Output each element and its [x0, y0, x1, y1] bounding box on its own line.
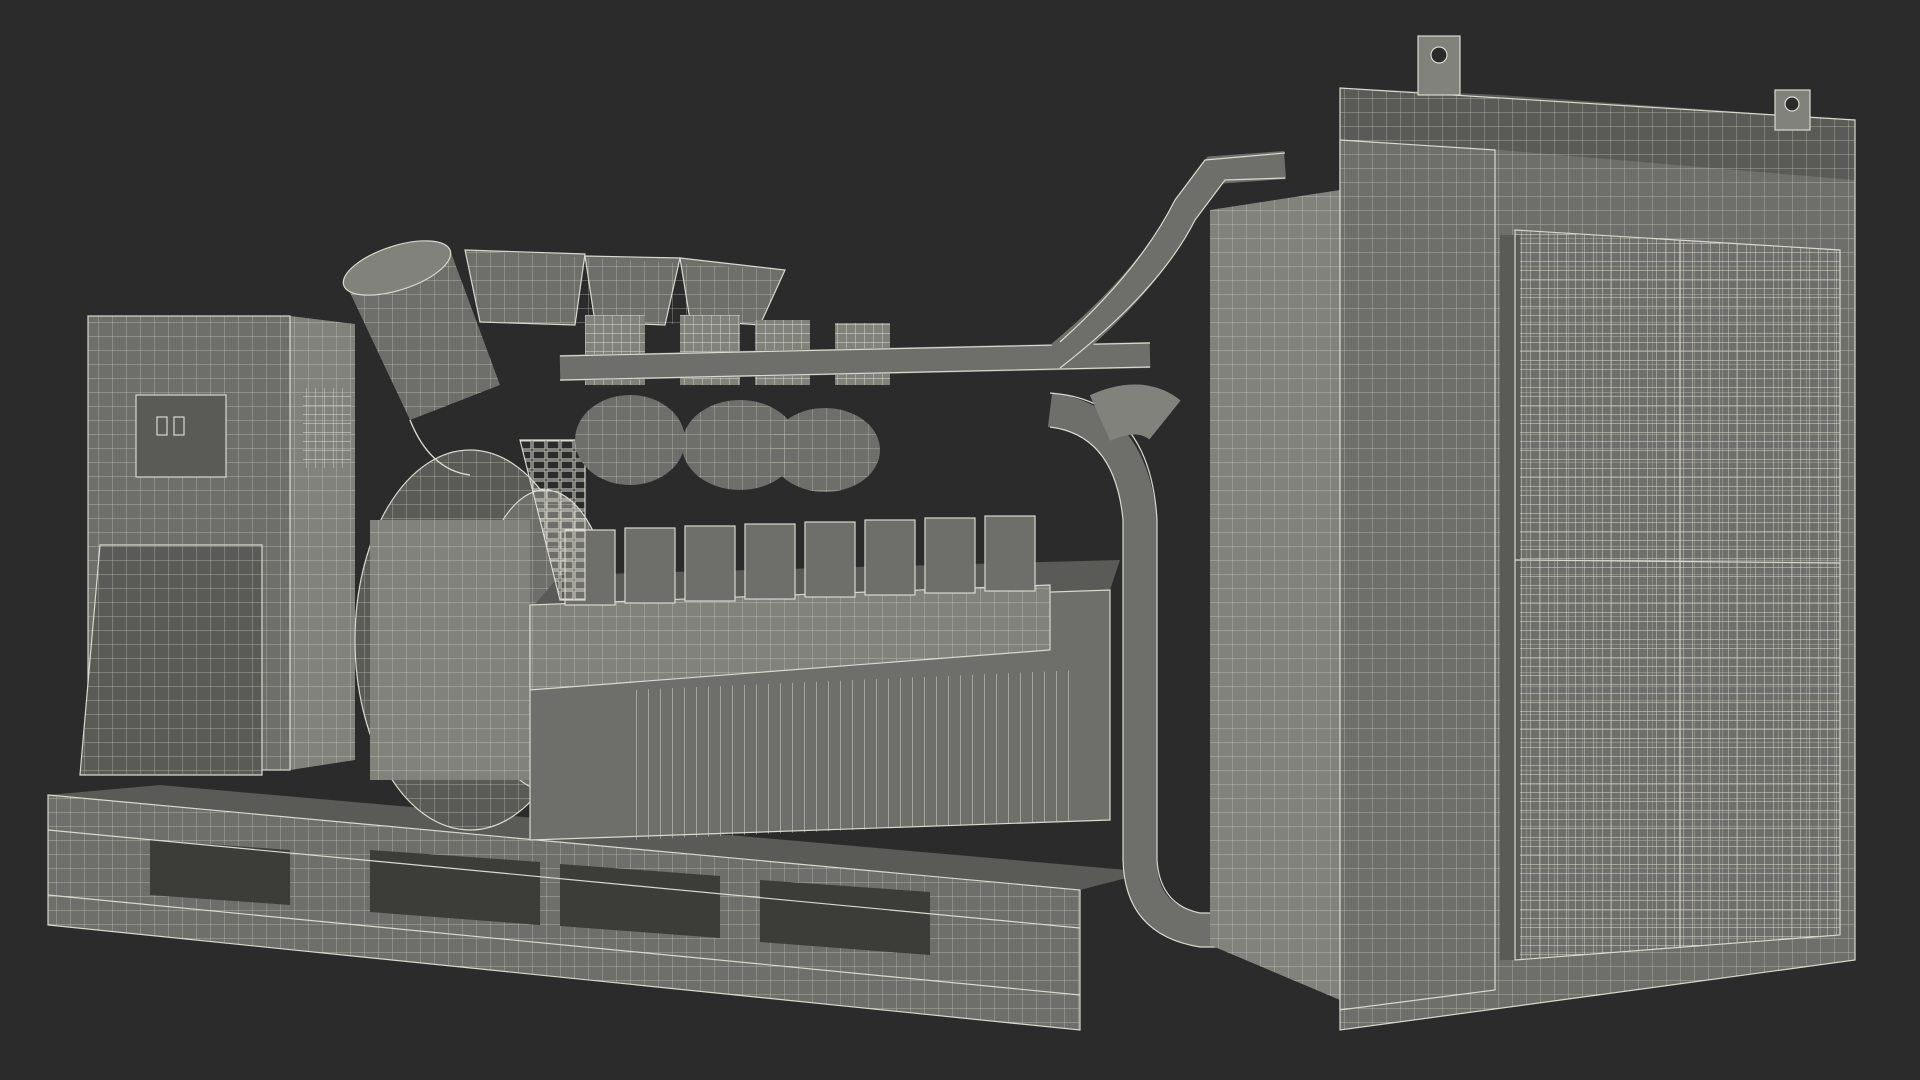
lifting-lug-left: [1417, 35, 1461, 96]
radiator-side-panel: [1339, 139, 1496, 1011]
control-cabinet: [79, 315, 355, 776]
control-panel-box: [136, 395, 226, 477]
generator-wireframe-render: [0, 0, 1920, 1080]
turbo-housings: [575, 395, 880, 492]
radiator-grille: [1515, 230, 1840, 960]
lifting-lug-right: [1774, 89, 1811, 131]
cabinet-vent: [303, 388, 351, 468]
